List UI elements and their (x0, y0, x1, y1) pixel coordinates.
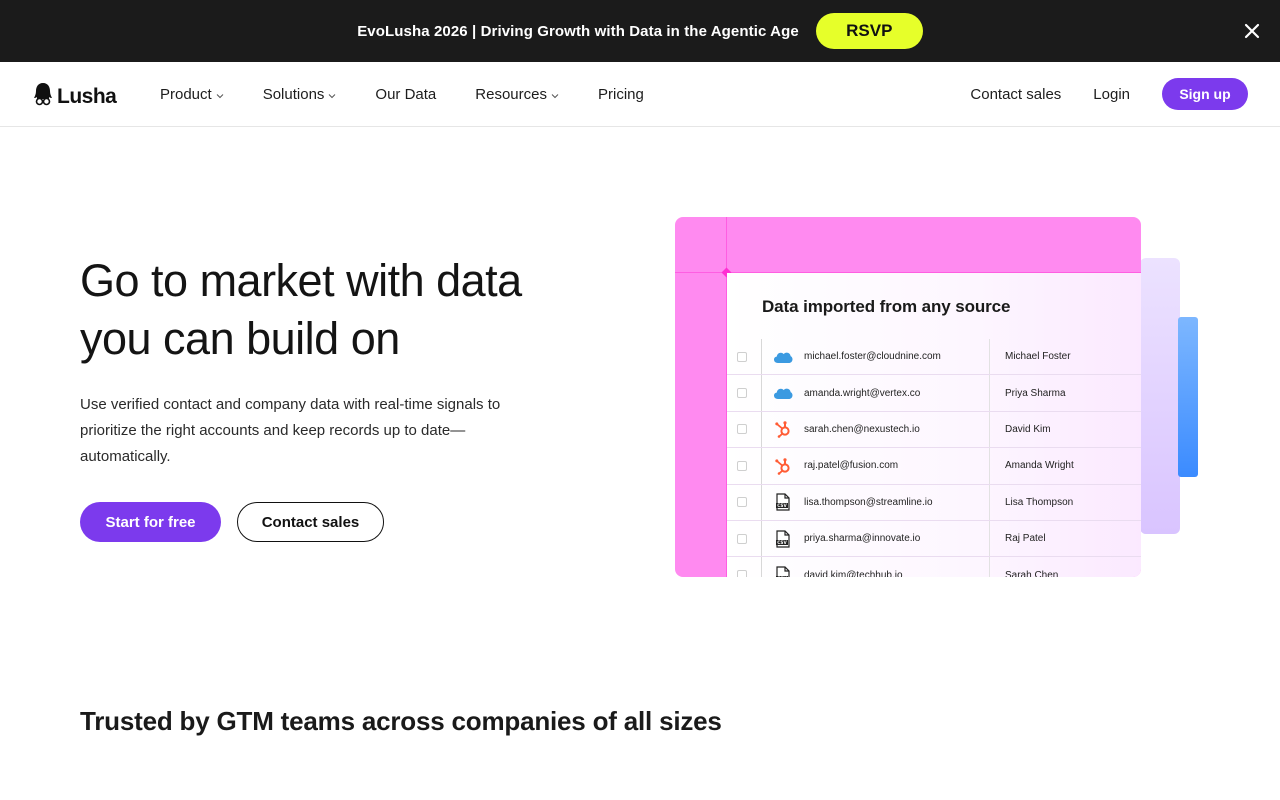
row-checkbox[interactable] (737, 460, 747, 471)
table-row: CSV priya.sharma@innovate.io Raj Patel (727, 520, 1141, 558)
hero-title-line2: you can build on (80, 313, 400, 364)
nav-item-label: Pricing (597, 85, 644, 103)
contact-sales-button[interactable]: Contact sales (237, 502, 384, 542)
row-email: sarah.chen@nexustech.io (804, 423, 920, 435)
column-divider (989, 339, 990, 375)
data-import-illustration: Data imported from any source michael.fo… (670, 210, 1210, 582)
nav-links: Product Solutions Our Data Resources Pri… (160, 62, 683, 126)
row-email: lisa.thompson@streamline.io (804, 496, 933, 508)
table-row: michael.foster@cloudnine.com Michael Fost… (727, 339, 1141, 376)
signup-button[interactable]: Sign up (1162, 78, 1248, 110)
announcement-bar: EvoLusha 2026 | Driving Growth with Data… (0, 0, 1280, 62)
table-row: sarah.chen@nexustech.io David Kim (727, 411, 1141, 449)
row-checkbox[interactable] (737, 533, 747, 544)
nav-item-product[interactable]: Product (160, 86, 224, 103)
row-name: David Kim (1005, 423, 1051, 435)
row-name: Sarah Chen (1005, 569, 1059, 577)
nav-item-our-data[interactable]: Our Data (375, 86, 436, 103)
import-table: michael.foster@cloudnine.com Michael Fost… (727, 339, 1141, 577)
row-email: priya.sharma@innovate.io (804, 533, 921, 545)
close-icon[interactable] (1242, 21, 1262, 41)
row-checkbox[interactable] (737, 570, 747, 577)
logo[interactable]: Lusha (33, 82, 117, 111)
nav-item-label: Our Data (375, 85, 437, 103)
login-link[interactable]: Login (1093, 86, 1130, 103)
row-name: Amanda Wright (1005, 460, 1074, 472)
hero-title: Go to market with data you can build on (80, 252, 600, 368)
column-divider (989, 520, 990, 557)
announcement-divider: | (467, 22, 481, 40)
svg-text:CSV: CSV (777, 576, 787, 577)
salesforce-icon (773, 384, 793, 402)
csv-file-icon: CSV (773, 530, 793, 548)
table-row: CSV lisa.thompson@streamline.io Lisa Thomp… (727, 484, 1141, 521)
column-divider (761, 520, 762, 557)
background-card (1140, 258, 1180, 534)
row-email: michael.foster@cloudnine.com (804, 351, 941, 363)
blue-accent-bar (1178, 317, 1198, 477)
logo-text: Lusha (57, 84, 117, 108)
lusha-logo-icon (33, 82, 53, 111)
nav-item-pricing[interactable]: Pricing (598, 86, 644, 103)
column-divider (761, 411, 762, 448)
salesforce-icon (773, 348, 793, 366)
row-checkbox[interactable] (737, 497, 747, 508)
svg-text:CSV: CSV (777, 540, 787, 545)
row-name: Michael Foster (1005, 351, 1071, 363)
hubspot-icon (773, 420, 793, 439)
import-panel: Data imported from any source michael.fo… (727, 273, 1141, 577)
nav-item-label: Product (160, 85, 212, 103)
main-nav: Lusha Product Solutions Our Data Resourc… (0, 62, 1280, 127)
column-divider (989, 484, 990, 520)
trusted-heading: Trusted by GTM teams across companies of… (80, 706, 722, 736)
row-checkbox[interactable] (737, 351, 747, 362)
hero-subtitle: Use verified contact and company data wi… (80, 396, 501, 465)
chevron-down-icon (551, 86, 559, 103)
nav-item-resources[interactable]: Resources (475, 86, 559, 103)
announcement-text: EvoLusha 2026 | Driving Growth with Data… (357, 23, 799, 40)
chevron-down-icon (328, 86, 336, 103)
column-divider (989, 411, 990, 448)
column-divider (761, 448, 762, 484)
row-email: david.kim@techhub.io (804, 569, 903, 577)
row-email: raj.patel@fusion.com (804, 460, 899, 472)
column-divider (761, 339, 762, 375)
nav-actions: Contact sales Login Sign up (970, 62, 1248, 126)
column-divider (989, 557, 990, 577)
announcement-event: EvoLusha 2026 (357, 22, 468, 40)
chevron-down-icon (216, 86, 224, 103)
row-name: Raj Patel (1005, 533, 1046, 545)
row-email: amanda.wright@vertex.co (804, 387, 921, 399)
column-divider (761, 484, 762, 520)
csv-file-icon: CSV (773, 493, 793, 511)
table-row: amanda.wright@vertex.co Priya Sharma (727, 375, 1141, 412)
column-divider (761, 375, 762, 411)
column-divider (761, 557, 762, 577)
csv-file-icon: CSV (773, 566, 793, 577)
table-row: CSV david.kim@techhub.io Sarah Chen (727, 557, 1141, 577)
nav-contact-sales-link[interactable]: Contact sales (970, 86, 1061, 103)
hero-title-line1: Go to market with data (80, 255, 522, 306)
pink-frame: Data imported from any source michael.fo… (675, 217, 1141, 577)
start-for-free-button[interactable]: Start for free (80, 502, 221, 542)
announcement-tagline: Driving Growth with Data in the Agentic … (480, 22, 799, 40)
row-checkbox[interactable] (737, 424, 747, 435)
nav-item-label: Resources (475, 85, 547, 103)
row-checkbox[interactable] (737, 388, 747, 399)
column-divider (989, 448, 990, 484)
table-row: raj.patel@fusion.com Amanda Wright (727, 448, 1141, 485)
row-name: Lisa Thompson (1005, 496, 1074, 508)
svg-text:CSV: CSV (777, 503, 787, 508)
hubspot-icon (773, 457, 793, 475)
nav-item-label: Solutions (262, 85, 325, 103)
panel-title: Data imported from any source (762, 297, 1011, 316)
row-name: Priya Sharma (1005, 387, 1066, 399)
column-divider (989, 375, 990, 411)
rsvp-button[interactable]: RSVP (815, 13, 923, 49)
nav-item-solutions[interactable]: Solutions (263, 86, 337, 103)
